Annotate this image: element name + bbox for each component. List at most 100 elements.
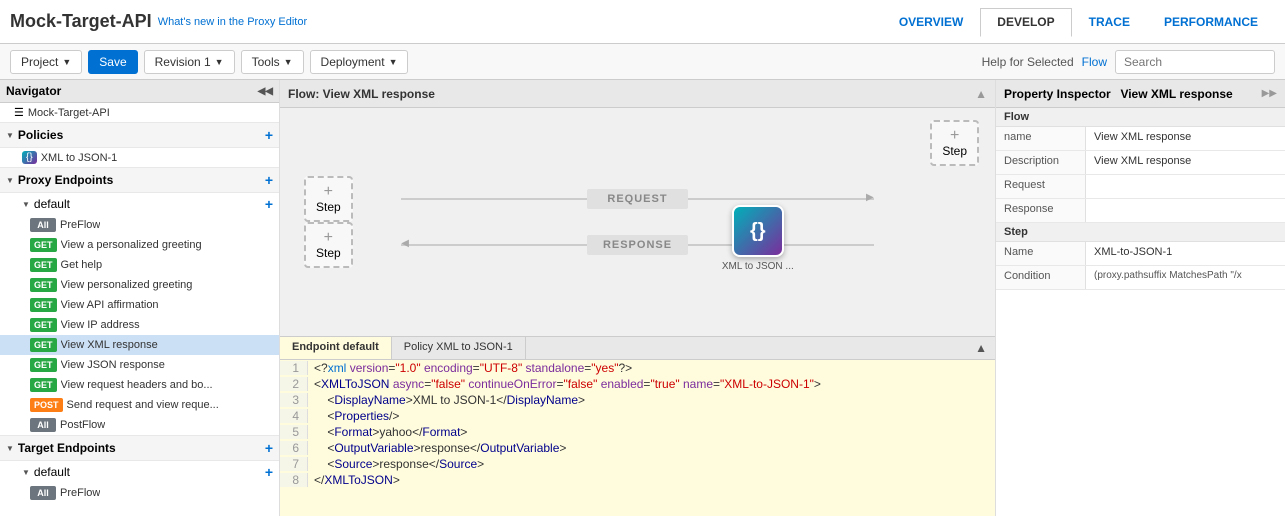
add-step-request[interactable]: + Step: [304, 176, 353, 222]
search-input[interactable]: [1115, 50, 1275, 74]
policy-item-0[interactable]: {} XML to JSON-1: [0, 148, 279, 167]
flow-item-0[interactable]: All PreFlow: [0, 215, 279, 235]
flow-item-4[interactable]: GET View API affirmation: [0, 295, 279, 315]
code-tab-1[interactable]: Policy XML to JSON-1: [392, 337, 526, 359]
response-row: + Step ◀ RESPONSE {} XML to JS: [280, 235, 995, 255]
flow-link[interactable]: Flow: [1082, 55, 1107, 69]
flow-label-3: View personalized greeting: [61, 279, 193, 291]
flow-canvas: + Step + Step REQUEST ▶: [280, 108, 995, 336]
target-endpoints-triangle: ▼: [6, 444, 14, 453]
prop-value-description: View XML response: [1086, 151, 1285, 174]
step-label-response: Step: [316, 246, 341, 260]
api-icon: ☰: [14, 106, 24, 119]
flow-label-0: PreFlow: [60, 219, 100, 231]
target-flow-label-0: PreFlow: [60, 487, 100, 499]
tools-dropdown[interactable]: Tools ▼: [241, 50, 304, 74]
toolbar: Project ▼ Save Revision 1 ▼ Tools ▼ Depl…: [0, 44, 1285, 80]
default-add-btn[interactable]: +: [265, 196, 273, 212]
policy-icon-symbol: {}: [750, 220, 766, 243]
target-default-label[interactable]: default: [34, 465, 70, 479]
project-dropdown[interactable]: Project ▼: [10, 50, 82, 74]
revision-dropdown-arrow: ▼: [215, 57, 224, 67]
main: Navigator ◀◀ ☰ Mock-Target-API ▼ Policie…: [0, 80, 1285, 516]
nav-trace[interactable]: TRACE: [1072, 8, 1147, 36]
prop-row-description: Description View XML response: [996, 151, 1285, 175]
flow-item-7[interactable]: GET View JSON response: [0, 355, 279, 375]
api-name-item[interactable]: ☰ Mock-Target-API: [0, 103, 279, 122]
help-text: Help for Selected: [982, 55, 1074, 69]
flow-item-3[interactable]: GET View personalized greeting: [0, 275, 279, 295]
prop-value-name: View XML response: [1086, 127, 1285, 150]
policy-wrapper: {} XML to JSON ...: [722, 205, 794, 272]
target-default-add-btn[interactable]: +: [265, 464, 273, 480]
flow-label-7: View JSON response: [61, 359, 165, 371]
step-section-title: Step: [996, 223, 1285, 242]
badge-all-target-0: All: [30, 486, 56, 500]
navigator-header: Navigator ◀◀: [0, 80, 279, 103]
flow-expand-btn[interactable]: ▲: [975, 87, 987, 101]
flow-label-10: PostFlow: [60, 419, 105, 431]
flow-item-9[interactable]: POST Send request and view reque...: [0, 395, 279, 415]
badge-get-4: GET: [30, 298, 57, 312]
api-name-label: Mock-Target-API: [28, 107, 110, 119]
top-bar: Mock-Target-API What's new in the Proxy …: [0, 0, 1285, 44]
policies-section: ▼ Policies +: [0, 122, 279, 148]
target-endpoints-add-btn[interactable]: +: [265, 440, 273, 456]
badge-get-2: GET: [30, 258, 57, 272]
project-dropdown-arrow: ▼: [62, 57, 71, 67]
code-line-2: 2 <XMLToJSON async="false" continueOnErr…: [280, 376, 995, 392]
prop-value-response: [1086, 199, 1285, 222]
code-body: 1 <?xml version="1.0" encoding="UTF-8" s…: [280, 360, 995, 516]
nav-performance[interactable]: PERFORMANCE: [1147, 8, 1275, 36]
nav-develop[interactable]: DEVELOP: [980, 8, 1071, 37]
navigator-collapse[interactable]: ◀◀: [258, 86, 273, 97]
prop-row-step-name: Name XML-to-JSON-1: [996, 242, 1285, 266]
prop-value-request: [1086, 175, 1285, 198]
prop-label-request: Request: [996, 175, 1086, 198]
policy-icon-box[interactable]: {}: [732, 205, 784, 257]
step-plus-response: +: [324, 230, 333, 246]
app-subtitle[interactable]: What's new in the Proxy Editor: [158, 16, 307, 28]
add-step-response[interactable]: + Step: [304, 222, 353, 268]
policy-name-label: XML to JSON ...: [722, 261, 794, 272]
proxy-endpoints-label[interactable]: Proxy Endpoints: [18, 173, 113, 187]
proxy-endpoints-add-btn[interactable]: +: [265, 172, 273, 188]
flow-section-title: Flow: [996, 108, 1285, 127]
code-panel: Endpoint default Policy XML to JSON-1 ▲ …: [280, 336, 995, 516]
prop-label-step-name: Name: [996, 242, 1086, 265]
property-expand-btn[interactable]: ▶▶: [1262, 88, 1277, 99]
code-tabs: Endpoint default Policy XML to JSON-1 ▲: [280, 337, 995, 360]
default-label[interactable]: default: [34, 197, 70, 211]
deployment-dropdown[interactable]: Deployment ▼: [310, 50, 409, 74]
target-flow-item-0[interactable]: All PreFlow: [0, 483, 279, 503]
request-arrow: ▶: [866, 192, 874, 203]
badge-all-10: All: [30, 418, 56, 432]
flow-item-6[interactable]: GET View XML response: [0, 335, 279, 355]
flow-item-5[interactable]: GET View IP address: [0, 315, 279, 335]
badge-get-8: GET: [30, 378, 57, 392]
code-line-8: 8 </XMLToJSON>: [280, 472, 995, 488]
flow-item-8[interactable]: GET View request headers and bo...: [0, 375, 279, 395]
policies-triangle: ▼: [6, 131, 14, 140]
policies-add-btn[interactable]: +: [265, 127, 273, 143]
code-tab-0[interactable]: Endpoint default: [280, 337, 392, 359]
code-panel-expand[interactable]: ▲: [967, 337, 995, 359]
prop-value-condition: (proxy.pathsuffix MatchesPath "/x: [1086, 266, 1285, 289]
prop-row-request: Request: [996, 175, 1285, 199]
policies-label[interactable]: Policies: [18, 128, 63, 142]
flow-item-2[interactable]: GET Get help: [0, 255, 279, 275]
property-inspector-label: Property Inspector: [1004, 87, 1117, 101]
prop-row-condition: Condition (proxy.pathsuffix MatchesPath …: [996, 266, 1285, 290]
add-step-top-right[interactable]: + Step: [930, 120, 979, 166]
prop-row-response: Response: [996, 199, 1285, 223]
flow-item-10[interactable]: All PostFlow: [0, 415, 279, 435]
nav-overview[interactable]: OVERVIEW: [882, 8, 980, 36]
response-label: RESPONSE: [587, 235, 688, 255]
target-endpoints-label[interactable]: Target Endpoints: [18, 441, 116, 455]
revision-dropdown[interactable]: Revision 1 ▼: [144, 50, 235, 74]
code-line-1: 1 <?xml version="1.0" encoding="UTF-8" s…: [280, 360, 995, 376]
request-line-left: [401, 198, 587, 200]
flow-item-1[interactable]: GET View a personalized greeting: [0, 235, 279, 255]
save-button[interactable]: Save: [88, 50, 137, 74]
badge-get-3: GET: [30, 278, 57, 292]
